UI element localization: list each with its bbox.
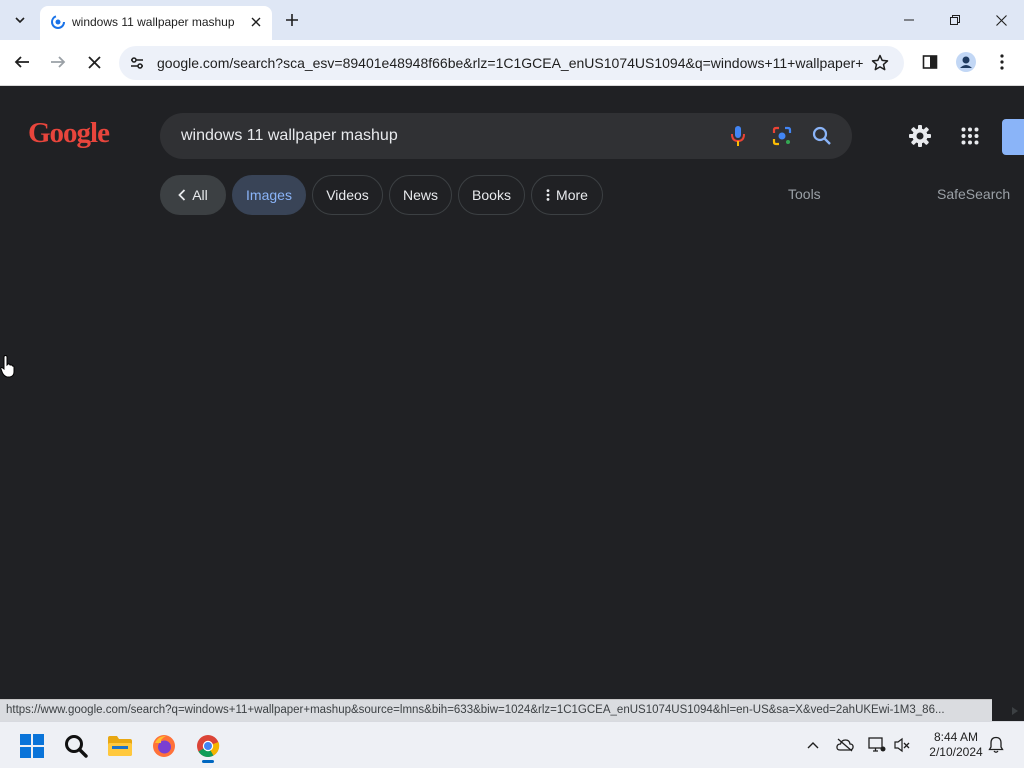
chip-videos[interactable]: Videos xyxy=(312,175,383,215)
chip-books-label: Books xyxy=(472,187,511,203)
gear-icon xyxy=(909,125,931,147)
side-panel-icon xyxy=(922,55,938,69)
more-vertical-icon xyxy=(1000,54,1004,70)
speaker-muted-icon xyxy=(894,737,910,753)
address-bar[interactable]: google.com/search?sca_esv=89401e48948f66… xyxy=(119,46,904,80)
close-icon xyxy=(251,17,261,27)
search-input[interactable]: windows 11 wallpaper mashup xyxy=(181,127,398,145)
browser-toolbar: google.com/search?sca_esv=89401e48948f66… xyxy=(0,40,1024,86)
side-panel-button[interactable] xyxy=(915,47,945,77)
search-box[interactable]: windows 11 wallpaper mashup xyxy=(160,113,852,159)
chevron-up-icon xyxy=(807,742,819,749)
chip-books[interactable]: Books xyxy=(458,175,525,215)
safesearch-button[interactable]: SafeSearch xyxy=(937,186,1010,202)
stop-loading-button[interactable] xyxy=(79,47,109,77)
chip-images-label: Images xyxy=(246,187,292,203)
google-apps-button[interactable] xyxy=(956,122,984,150)
chip-all-label: All xyxy=(192,187,208,203)
site-info-button[interactable] xyxy=(127,53,147,73)
star-icon xyxy=(871,54,889,71)
close-icon xyxy=(87,55,101,69)
file-explorer-button[interactable] xyxy=(102,728,138,764)
volume-tray-button[interactable] xyxy=(892,735,912,755)
chevron-left-icon xyxy=(178,189,186,201)
restore-button[interactable] xyxy=(932,0,978,40)
chip-videos-label: Videos xyxy=(326,187,369,203)
chip-news[interactable]: News xyxy=(389,175,452,215)
cloud-offline-icon xyxy=(836,738,854,752)
back-button[interactable] xyxy=(7,47,37,77)
onedrive-tray-button[interactable] xyxy=(835,735,855,755)
search-button[interactable] xyxy=(810,124,834,148)
settings-button[interactable] xyxy=(906,122,934,150)
search-icon xyxy=(65,735,88,758)
lens-search-button[interactable] xyxy=(770,124,794,148)
start-button[interactable] xyxy=(14,728,50,764)
clock-time: 8:44 AM xyxy=(933,730,979,744)
camera-lens-icon xyxy=(772,126,792,146)
windows-logo-icon xyxy=(20,734,44,758)
network-icon xyxy=(868,737,886,752)
chevron-down-icon xyxy=(15,17,25,24)
microphone-icon xyxy=(731,126,745,146)
loading-spinner-icon xyxy=(51,15,65,29)
network-tray-button[interactable] xyxy=(867,735,887,755)
close-window-button[interactable] xyxy=(978,0,1024,40)
tab-strip: windows 11 wallpaper mashup xyxy=(0,0,1024,40)
bookmark-button[interactable] xyxy=(870,53,890,73)
new-tab-button[interactable] xyxy=(282,10,302,30)
google-logo[interactable]: Google xyxy=(28,117,110,150)
folder-icon xyxy=(108,736,132,756)
apps-grid-icon xyxy=(961,127,979,145)
triangle-right-icon xyxy=(1012,707,1018,715)
chip-news-label: News xyxy=(402,187,438,203)
arrow-left-icon xyxy=(14,56,29,68)
notifications-button[interactable] xyxy=(986,735,1006,755)
close-icon xyxy=(995,14,1007,26)
tab-search-button[interactable] xyxy=(8,8,32,32)
chip-more-label: More xyxy=(556,187,588,203)
url-text: google.com/search?sca_esv=89401e48948f66… xyxy=(157,55,863,71)
firefox-button[interactable] xyxy=(146,728,182,764)
arrow-right-icon xyxy=(51,56,66,68)
profile-button[interactable] xyxy=(951,47,981,77)
profile-avatar-icon xyxy=(956,52,976,72)
sign-in-button[interactable] xyxy=(1002,119,1024,155)
tune-icon xyxy=(131,57,143,69)
windows-taskbar: 8:44 AM 2/10/2024 xyxy=(0,721,1024,768)
minimize-icon xyxy=(904,19,914,21)
taskbar-search-button[interactable] xyxy=(58,728,94,764)
taskbar-clock[interactable]: 8:44 AM 2/10/2024 xyxy=(918,730,994,760)
scroll-right-button[interactable] xyxy=(1008,704,1022,718)
browser-menu-button[interactable] xyxy=(987,47,1017,77)
tools-button[interactable]: Tools xyxy=(788,186,821,202)
clock-date: 2/10/2024 xyxy=(929,745,983,759)
search-icon xyxy=(812,126,831,145)
chip-more[interactable]: More xyxy=(531,175,603,215)
google-results-page: Google windows 11 wallpaper mashup All I… xyxy=(0,87,1024,699)
tab-title: windows 11 wallpaper mashup xyxy=(72,15,235,29)
firefox-icon xyxy=(153,735,175,757)
chrome-button[interactable] xyxy=(190,728,226,764)
chrome-icon xyxy=(197,735,220,757)
link-status-bar: https://www.google.com/search?q=windows+… xyxy=(0,699,992,721)
tab-close-button[interactable] xyxy=(248,14,264,30)
bell-icon xyxy=(988,736,1004,753)
minimize-button[interactable] xyxy=(886,0,932,40)
plus-icon xyxy=(286,14,298,26)
forward-button[interactable] xyxy=(43,47,73,77)
restore-icon xyxy=(950,15,960,25)
more-vertical-icon xyxy=(546,189,550,201)
chip-images[interactable]: Images xyxy=(232,175,306,215)
show-hidden-icons-button[interactable] xyxy=(803,735,823,755)
hand-cursor-icon xyxy=(0,355,15,378)
chip-all[interactable]: All xyxy=(160,175,226,215)
voice-search-button[interactable] xyxy=(726,124,750,148)
browser-tab[interactable]: windows 11 wallpaper mashup xyxy=(40,6,272,40)
